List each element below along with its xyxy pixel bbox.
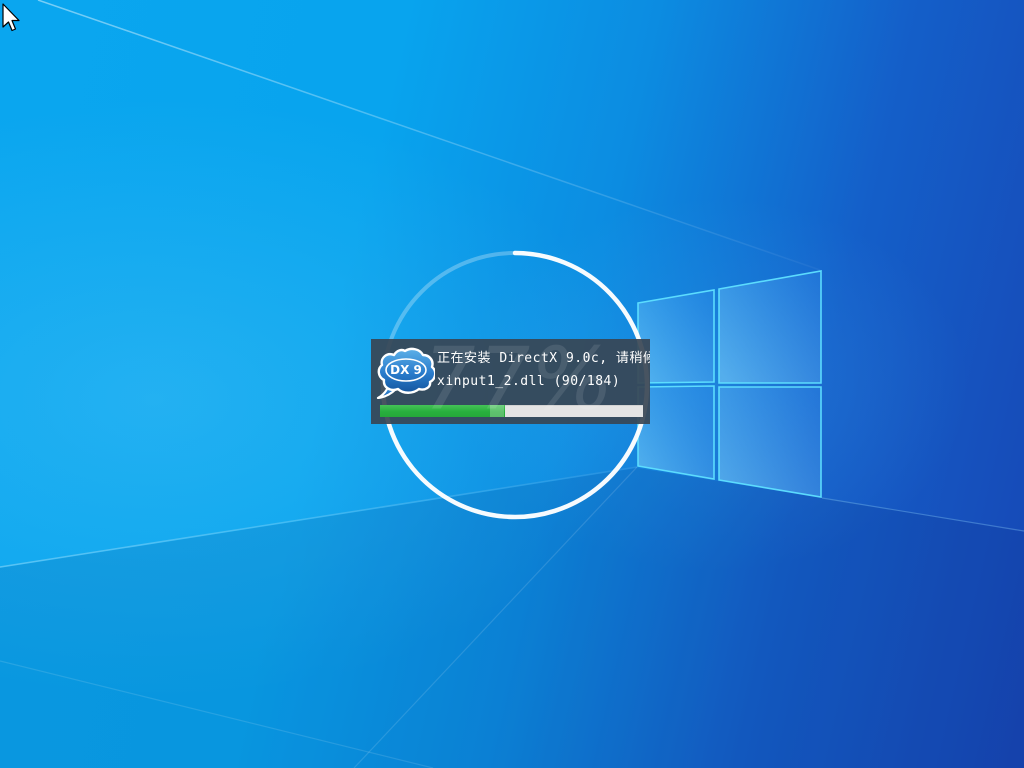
floor-shade <box>0 468 1024 768</box>
windows-logo <box>638 271 821 497</box>
windows-logo-pane-bottomright <box>719 387 821 497</box>
installer-toast: 77% DX 9 正在安装 DirectX 9.0c, 请稍候... xinpu… <box>371 339 650 424</box>
desktop: 77% DX 9 正在安装 DirectX 9.0c, 请稍候... xinpu… <box>0 0 1024 768</box>
mouse-cursor-icon <box>0 0 32 36</box>
dx9-logo: DX 9 <box>375 345 435 399</box>
progress-pulse <box>490 405 504 417</box>
dx9-cloud: DX 9 <box>378 349 435 398</box>
progress-bar <box>380 405 643 417</box>
install-file-status: xinput1_2.dll (90/184) <box>437 374 620 389</box>
windows-logo-pane-topright <box>719 271 821 383</box>
install-status-title: 正在安装 DirectX 9.0c, 请稍候... <box>437 347 650 366</box>
light-beam <box>38 0 820 270</box>
progress-fill <box>380 405 505 417</box>
dx9-label: DX 9 <box>390 363 422 377</box>
